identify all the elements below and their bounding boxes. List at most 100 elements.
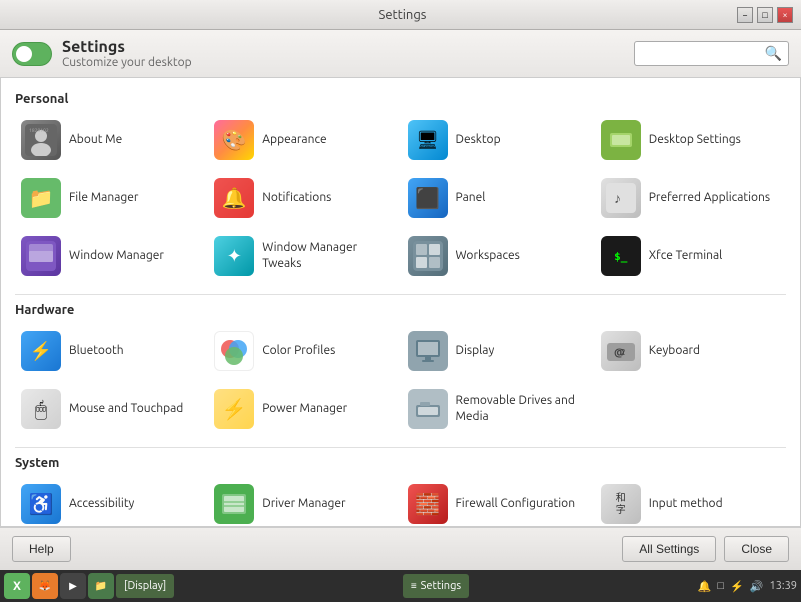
header-left: Settings Customize your desktop <box>12 38 192 69</box>
label-input-method: Input method <box>649 496 723 512</box>
main-content: Personal 1829102 About Me 🎨 Appearance 🖥 Deskt… <box>0 78 801 527</box>
settings-item-desktop-settings[interactable]: Desktop Settings <box>595 112 786 168</box>
taskbar-power-icon: ⚡ <box>730 580 744 593</box>
settings-item-file-manager[interactable]: 📁File Manager <box>15 170 206 226</box>
search-input[interactable] <box>641 47 761 61</box>
label-window-manager: Window Manager <box>69 248 164 264</box>
settings-icon <box>12 42 52 66</box>
svg-text:2: 2 <box>621 348 626 357</box>
svg-text:1829102: 1829102 <box>29 127 49 133</box>
settings-item-notifications[interactable]: 🔔 Notifications <box>208 170 399 226</box>
label-panel: Panel <box>456 190 486 206</box>
items-grid-hardware: ⚡Bluetooth Color Profiles Display@2Keyboar… <box>15 323 786 437</box>
titlebar: Settings − □ × <box>0 0 801 30</box>
taskbar-icon-1[interactable]: X <box>4 573 30 599</box>
settings-item-preferred-applications[interactable]: ♪ Preferred Applications <box>595 170 786 226</box>
settings-item-bluetooth[interactable]: ⚡Bluetooth <box>15 323 206 379</box>
icon-desktop-settings <box>601 120 641 160</box>
app-title: Settings <box>62 38 192 56</box>
settings-item-wm-tweaks[interactable]: ✦Window Manager Tweaks <box>208 228 399 284</box>
icon-mouse-touchpad: 🖱 <box>21 389 61 429</box>
label-color-profiles: Color Profiles <box>262 343 335 359</box>
label-mouse-touchpad: Mouse and Touchpad <box>69 401 183 417</box>
settings-item-panel[interactable]: ⬛ Panel <box>402 170 593 226</box>
label-firewall: Firewall Configuration <box>456 496 576 512</box>
label-power-manager: Power Manager <box>262 401 347 417</box>
taskbar-screen-icon: □ <box>717 580 724 592</box>
settings-item-power-manager[interactable]: ⚡ Power Manager <box>208 381 399 437</box>
icon-desktop: 🖥 <box>408 120 448 160</box>
label-removable-drives: Removable Drives and Media <box>456 393 587 424</box>
label-xfce-terminal: Xfce Terminal <box>649 248 723 264</box>
search-box[interactable]: 🔍 <box>634 41 789 66</box>
taskbar-settings-app[interactable]: ≡ Settings <box>403 574 469 598</box>
taskbar-icon-3[interactable]: ▶ <box>60 573 86 599</box>
icon-panel: ⬛ <box>408 178 448 218</box>
label-file-manager: File Manager <box>69 190 138 206</box>
icon-workspaces <box>408 236 448 276</box>
minimize-button[interactable]: − <box>737 7 753 23</box>
icon-driver-manager <box>214 484 254 524</box>
settings-item-removable-drives[interactable]: Removable Drives and Media <box>402 381 593 437</box>
close-footer-button[interactable]: Close <box>724 536 789 562</box>
icon-color-profiles <box>214 331 254 371</box>
label-preferred-applications: Preferred Applications <box>649 190 770 206</box>
icon-bluetooth: ⚡ <box>21 331 61 371</box>
icon-display <box>408 331 448 371</box>
icon-firewall: 🧱 <box>408 484 448 524</box>
app-title-block: Settings Customize your desktop <box>62 38 192 69</box>
section-header-hardware: Hardware <box>15 303 786 317</box>
settings-item-color-profiles[interactable]: Color Profiles <box>208 323 399 379</box>
section-header-system: System <box>15 456 786 470</box>
settings-item-display[interactable]: Display <box>402 323 593 379</box>
taskbar-right: 🔔 □ ⚡ 🔊 13:39 <box>698 580 797 593</box>
search-icon: 🔍 <box>765 45 782 62</box>
settings-item-firewall[interactable]: 🧱 Firewall Configuration <box>402 476 593 527</box>
icon-xfce-terminal: $_ <box>601 236 641 276</box>
icon-window-manager <box>21 236 61 276</box>
section-header-personal: Personal <box>15 92 786 106</box>
icon-about-me: 1829102 <box>21 120 61 160</box>
icon-appearance: 🎨 <box>214 120 254 160</box>
titlebar-controls: − □ × <box>737 7 793 23</box>
label-workspaces: Workspaces <box>456 248 520 264</box>
settings-item-about-me[interactable]: 1829102 About Me <box>15 112 206 168</box>
settings-item-input-method[interactable]: 和字Input method <box>595 476 786 527</box>
icon-removable-drives <box>408 389 448 429</box>
settings-item-workspaces[interactable]: Workspaces <box>402 228 593 284</box>
taskbar-icon-2[interactable]: 🦊 <box>32 573 58 599</box>
taskbar: X 🦊 ▶ 📁 [Display] ≡ Settings 🔔 □ ⚡ 🔊 13:… <box>0 570 801 602</box>
help-button[interactable]: Help <box>12 536 71 562</box>
icon-power-manager: ⚡ <box>214 389 254 429</box>
label-appearance: Appearance <box>262 132 326 148</box>
label-desktop-settings: Desktop Settings <box>649 132 741 148</box>
settings-item-desktop[interactable]: 🖥 Desktop <box>402 112 593 168</box>
settings-taskbar-label: Settings <box>421 580 462 592</box>
settings-item-keyboard[interactable]: @2Keyboard <box>595 323 786 379</box>
maximize-button[interactable]: □ <box>757 7 773 23</box>
taskbar-icon-4[interactable]: 📁 <box>88 573 114 599</box>
label-notifications: Notifications <box>262 190 331 206</box>
display-label-text: [Display] <box>124 580 166 592</box>
taskbar-display-label[interactable]: [Display] <box>116 574 174 598</box>
label-driver-manager: Driver Manager <box>262 496 345 512</box>
icon-preferred-applications: ♪ <box>601 178 641 218</box>
icon-keyboard: @2 <box>601 331 641 371</box>
icon-wm-tweaks: ✦ <box>214 236 254 276</box>
settings-item-accessibility[interactable]: ♿ Accessibility <box>15 476 206 527</box>
settings-item-mouse-touchpad[interactable]: 🖱 Mouse and Touchpad <box>15 381 206 437</box>
settings-item-driver-manager[interactable]: Driver Manager <box>208 476 399 527</box>
label-accessibility: Accessibility <box>69 496 134 512</box>
settings-item-xfce-terminal[interactable]: $_ Xfce Terminal <box>595 228 786 284</box>
taskbar-notify-icon: 🔔 <box>698 580 712 593</box>
icon-notifications: 🔔 <box>214 178 254 218</box>
icon-accessibility: ♿ <box>21 484 61 524</box>
close-button[interactable]: × <box>777 7 793 23</box>
label-desktop: Desktop <box>456 132 501 148</box>
label-about-me: About Me <box>69 132 122 148</box>
footer: Help All Settings Close <box>0 527 801 570</box>
settings-item-appearance[interactable]: 🎨 Appearance <box>208 112 399 168</box>
app-header: Settings Customize your desktop 🔍 <box>0 30 801 78</box>
settings-item-window-manager[interactable]: Window Manager <box>15 228 206 284</box>
all-settings-button[interactable]: All Settings <box>622 536 716 562</box>
